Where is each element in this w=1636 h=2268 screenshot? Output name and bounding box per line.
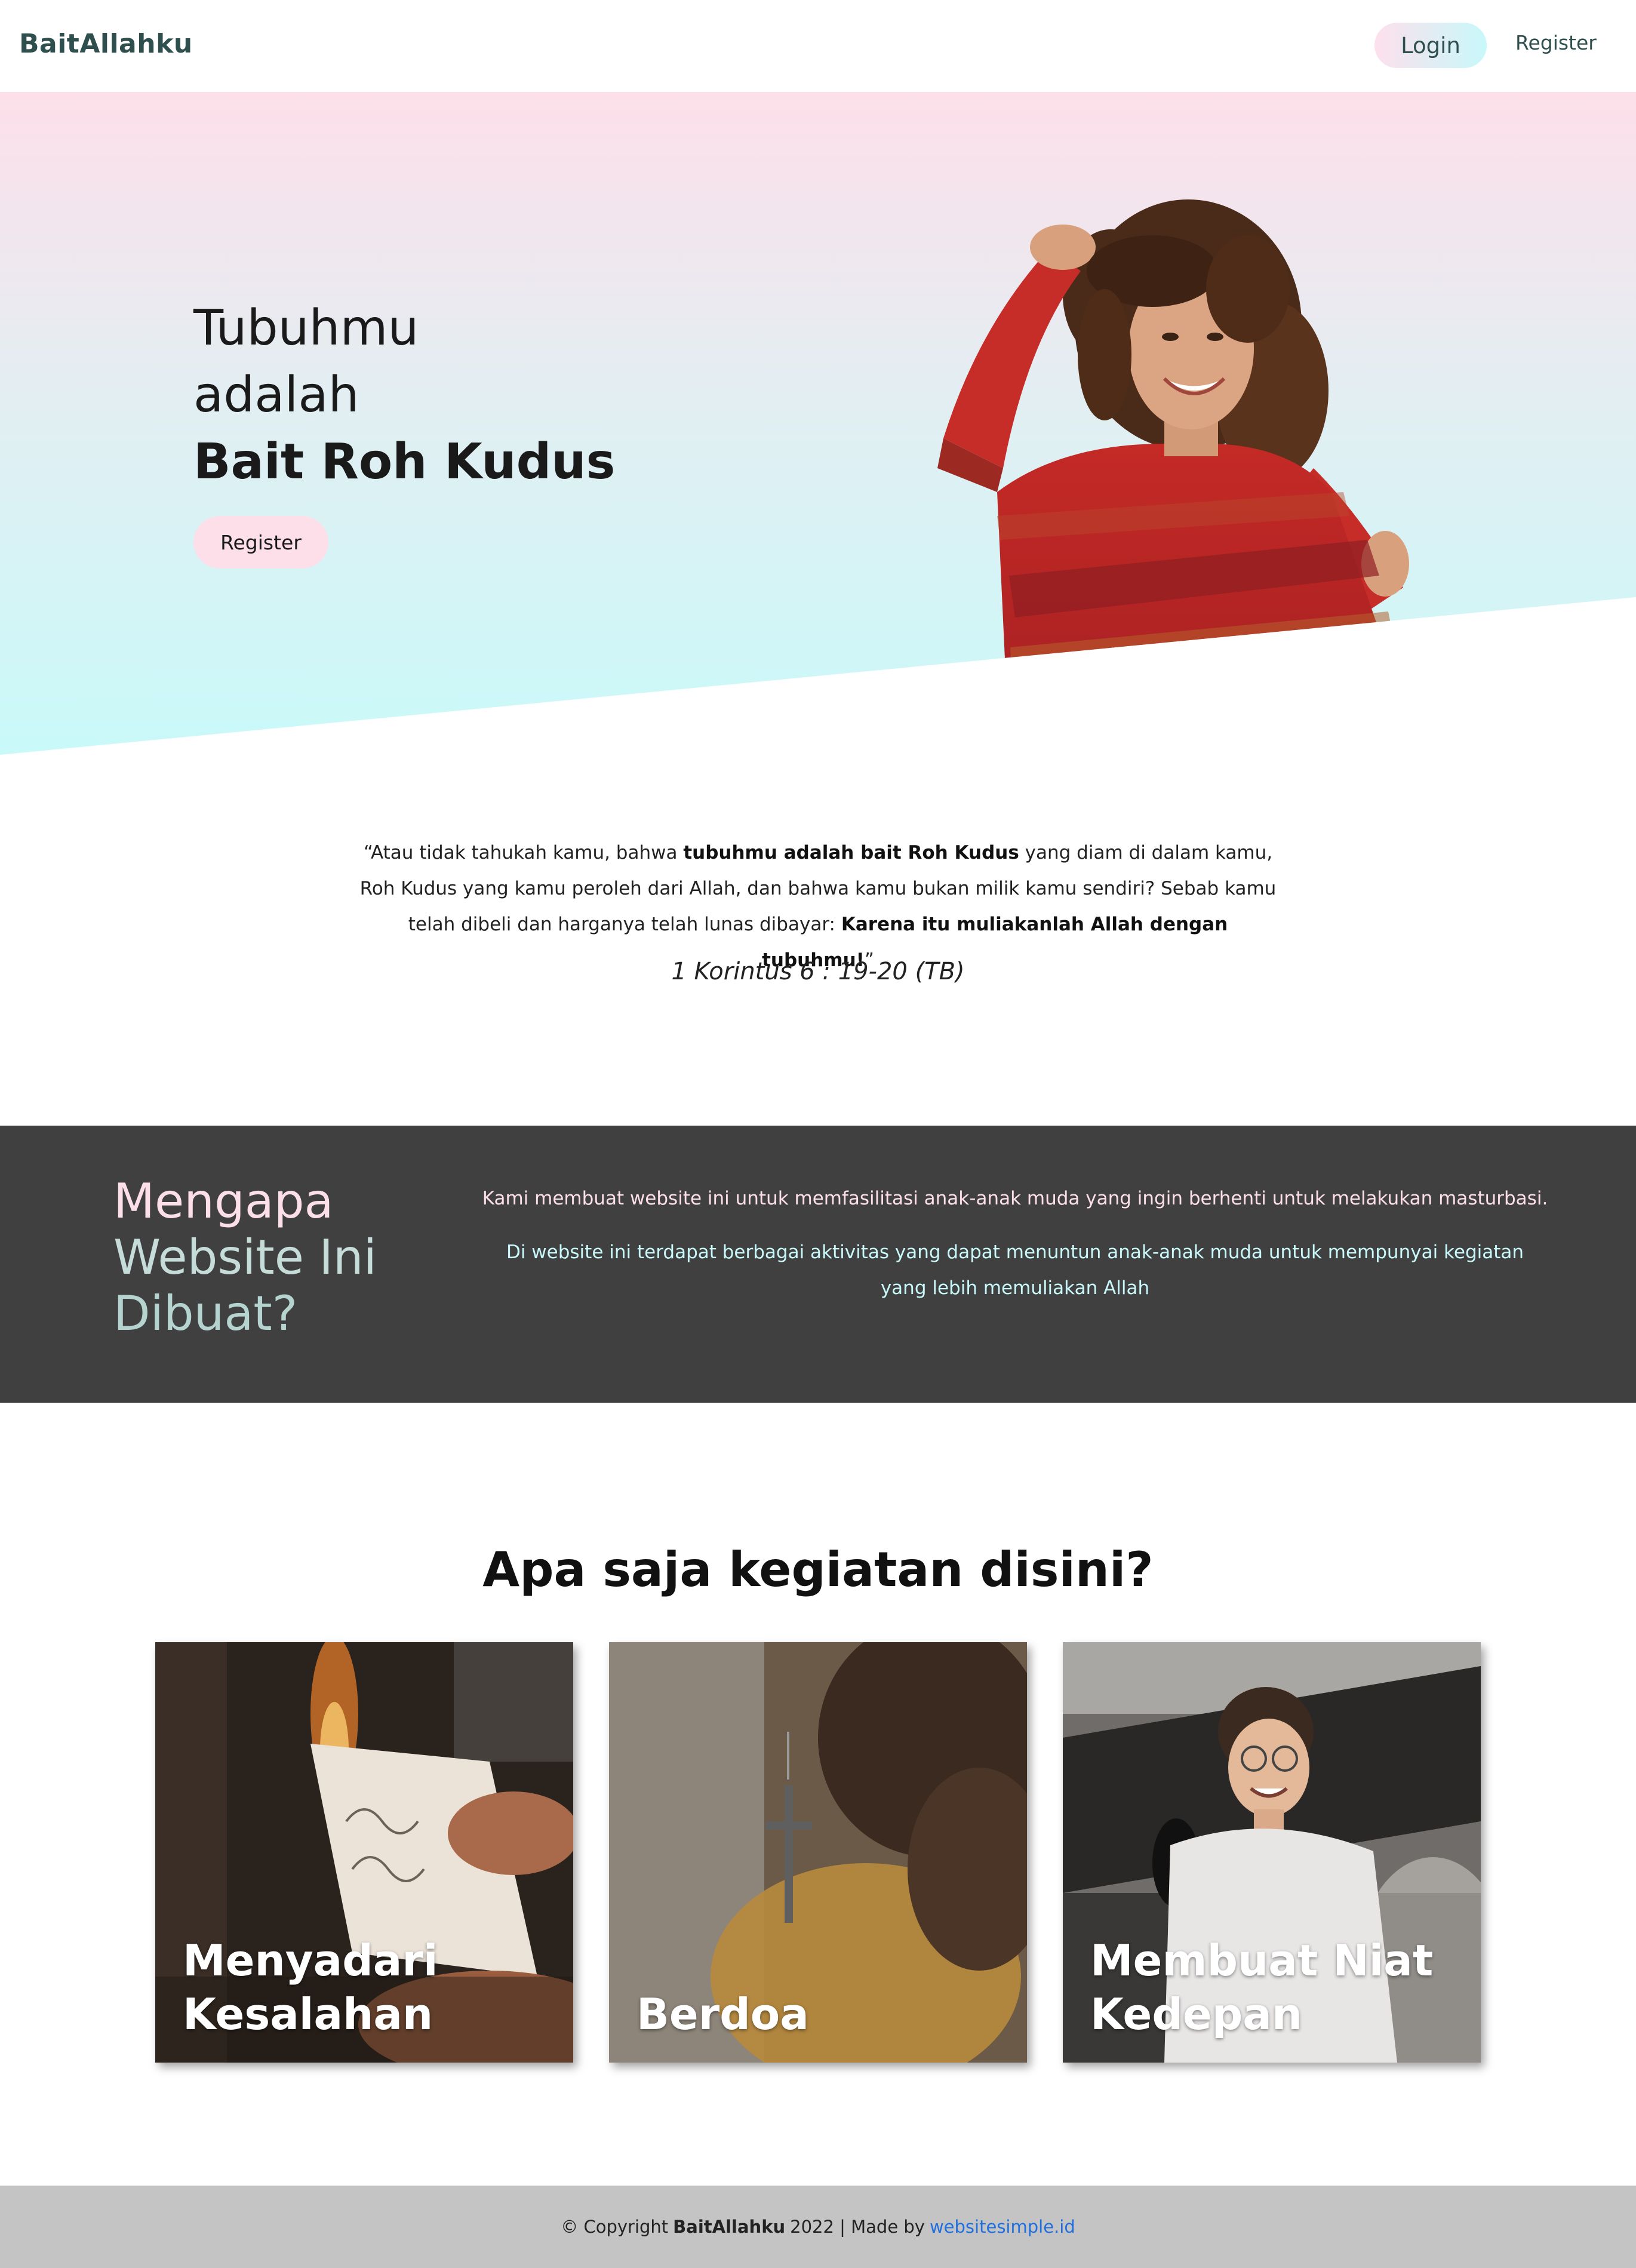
why-paragraph-1: Kami membuat website ini untuk memfasili… bbox=[482, 1188, 1548, 1209]
quote-reference: 1 Korintus 6 : 19-20 (TB) bbox=[671, 958, 965, 985]
activity-card-label: Menyadari Kesalahan bbox=[183, 1935, 438, 2039]
activity-card-label: Berdoa bbox=[636, 1989, 809, 2039]
quote-text-part1: “Atau tidak tahukah kamu, bahwa bbox=[363, 842, 684, 863]
brand-logo[interactable]: BaitAllahku bbox=[19, 29, 193, 59]
why-section: Mengapa Website Ini Dibuat? Kami membuat… bbox=[0, 1126, 1636, 1403]
activities-title: Apa saja kegiatan disini? bbox=[482, 1542, 1154, 1597]
why-title: Mengapa Website Ini Dibuat? bbox=[113, 1173, 377, 1342]
why-title-line3: Dibuat? bbox=[113, 1286, 298, 1341]
footer-year-text: 2022 | Made by bbox=[790, 2217, 925, 2237]
why-title-line1: Mengapa bbox=[113, 1173, 334, 1229]
footer-copyright: © Copyright bbox=[561, 2217, 669, 2237]
activity-card-label: Membuat Niat Kedepan bbox=[1090, 1935, 1434, 2039]
register-nav-link[interactable]: Register bbox=[1515, 31, 1597, 54]
why-title-line2: Website Ini bbox=[113, 1230, 377, 1285]
hero-section: Tubuhmu adalah Bait Roh Kudus Register bbox=[0, 92, 1636, 755]
footer-brand: BaitAllahku bbox=[673, 2217, 786, 2237]
hero-woman-photo bbox=[937, 199, 1409, 749]
login-button[interactable]: Login bbox=[1374, 23, 1487, 68]
hero-title: Tubuhmu adalah Bait Roh Kudus bbox=[193, 295, 615, 496]
why-paragraph-2: Di website ini terdapat berbagai aktivit… bbox=[506, 1241, 1524, 1299]
top-navbar: BaitAllahku Login Register bbox=[0, 0, 1636, 92]
hero-title-line3: Bait Roh Kudus bbox=[193, 434, 616, 490]
footer: © Copyright BaitAllahku 2022 | Made by w… bbox=[0, 2186, 1636, 2268]
activity-card-membuat-niat-kedepan[interactable]: Membuat Niat Kedepan bbox=[1063, 1642, 1481, 2063]
hero-register-button[interactable]: Register bbox=[193, 516, 328, 568]
hero-title-line1: Tubuhmu bbox=[193, 300, 419, 357]
footer-credit-link[interactable]: websitesimple.id bbox=[930, 2217, 1075, 2237]
hero-title-line2: adalah bbox=[193, 367, 359, 423]
activity-card-berdoa[interactable]: Berdoa bbox=[609, 1642, 1027, 2063]
activity-card-menyadari-kesalahan[interactable]: Menyadari Kesalahan bbox=[155, 1642, 573, 2063]
bible-quote: “Atau tidak tahukah kamu, bahwa tubuhmu … bbox=[358, 835, 1278, 978]
quote-bold-part1: tubuhmu adalah bait Roh Kudus bbox=[683, 842, 1019, 863]
